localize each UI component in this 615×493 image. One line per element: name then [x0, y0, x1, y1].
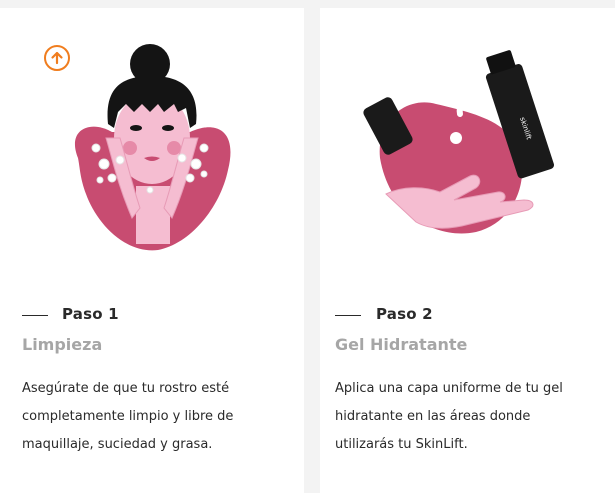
- scroll-top-button[interactable]: [44, 45, 70, 71]
- step-title: Limpieza: [22, 335, 103, 354]
- arrow-up-circle-icon: [51, 51, 63, 65]
- step-divider-line: [335, 315, 361, 316]
- step-card-1: Paso 1 Limpieza Asegúrate de que tu rost…: [0, 8, 304, 493]
- step-description: Aplica una capa uniforme de tu gel hidra…: [335, 375, 600, 459]
- gel-bottle-hand-illustration: skinlift: [363, 50, 555, 234]
- description-line: maquillaje, suciedad y grasa.: [22, 437, 213, 452]
- step-divider-line: [22, 315, 48, 316]
- step-title: Gel Hidratante: [335, 335, 468, 354]
- step-description: Asegúrate de que tu rostro esté completa…: [22, 375, 287, 459]
- description-line: completamente limpio y libre de: [22, 409, 234, 424]
- step-label: Paso 2: [376, 305, 433, 323]
- step-label: Paso 1: [62, 305, 119, 323]
- description-line: hidratante en las áreas donde: [335, 409, 531, 424]
- face-cleansing-illustration: [74, 44, 231, 251]
- description-line: Aplica una capa uniforme de tu gel: [335, 381, 563, 396]
- description-line: Asegúrate de que tu rostro esté: [22, 381, 230, 396]
- description-line: utilizarás tu SkinLift.: [335, 437, 468, 452]
- step-card-2: skinlift Paso 2 Gel Hidratante Aplica un…: [320, 8, 615, 493]
